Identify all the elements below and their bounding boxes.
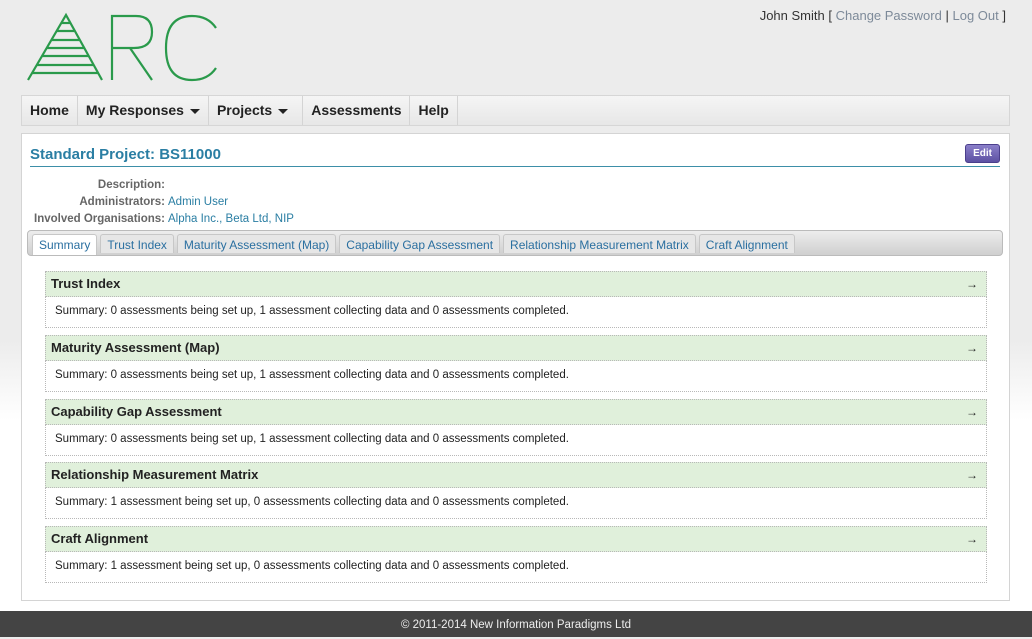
nav-home[interactable]: Home — [22, 96, 78, 125]
copyright-text: © 2011-2014 New Information Paradigms Lt… — [400, 619, 632, 631]
section-trust-index: Trust Index → Summary: 0 assessments bei… — [45, 271, 987, 328]
nav-my-responses[interactable]: My Responses — [78, 96, 209, 125]
page-title: Standard Project: BS11000 — [30, 146, 221, 163]
edit-button[interactable]: Edit — [965, 144, 1000, 163]
section-header[interactable]: Maturity Assessment (Map) → — [45, 335, 987, 361]
section-summary: Summary: 0 assessments being set up, 1 a… — [45, 361, 987, 392]
caret-down-icon — [278, 109, 289, 114]
nav-help-label: Help — [418, 102, 449, 118]
organisations-label: Involved Organisations: — [34, 213, 165, 225]
tab-maturity-assessment[interactable]: Maturity Assessment (Map) — [176, 234, 337, 253]
nav-projects-label: Projects — [216, 102, 273, 118]
section-summary: Summary: 1 assessment being set up, 0 as… — [45, 488, 987, 519]
section-header[interactable]: Trust Index → — [45, 271, 987, 297]
administrators-label: Administrators: — [79, 196, 165, 208]
section-summary: Summary: 0 assessments being set up, 1 a… — [45, 425, 987, 456]
nav-assessments-label: Assessments — [311, 102, 402, 118]
arc-logo[interactable] — [26, 12, 226, 84]
project-meta: Description: Administrators: Admin User … — [22, 179, 294, 230]
main-nav: Home My Responses Projects Assessments H… — [21, 95, 1010, 126]
section-summary: Summary: 1 assessment being set up, 0 as… — [45, 552, 987, 583]
user-bar: John Smith [ Change Password | Log Out ] — [760, 8, 1006, 23]
separator: | — [945, 8, 949, 23]
section-maturity-assessment: Maturity Assessment (Map) → Summary: 0 a… — [45, 335, 987, 392]
organisations-row: Involved Organisations: Alpha Inc., Beta… — [22, 213, 294, 230]
section-capability-gap: Capability Gap Assessment → Summary: 0 a… — [45, 399, 987, 456]
section-header[interactable]: Relationship Measurement Matrix → — [45, 462, 987, 488]
arrow-right-icon[interactable]: → — [966, 400, 978, 424]
organisations-value[interactable]: Alpha Inc., Beta Ltd, NIP — [168, 213, 294, 230]
caret-down-icon — [189, 109, 200, 114]
tab-trust-index[interactable]: Trust Index — [100, 234, 174, 253]
arrow-right-icon[interactable]: → — [966, 336, 978, 360]
section-title: Relationship Measurement Matrix — [51, 467, 259, 482]
description-label: Description: — [97, 179, 165, 191]
tab-summary[interactable]: Summary — [32, 234, 98, 255]
tab-craft-alignment[interactable]: Craft Alignment — [698, 234, 795, 253]
footer: © 2011-2014 New Information Paradigms Lt… — [0, 611, 1032, 637]
tab-capability-gap[interactable]: Capability Gap Assessment — [339, 234, 501, 253]
section-relationship-matrix: Relationship Measurement Matrix → Summar… — [45, 462, 987, 519]
section-title: Craft Alignment — [51, 531, 149, 546]
section-title: Maturity Assessment (Map) — [51, 340, 220, 355]
arrow-right-icon[interactable]: → — [966, 272, 978, 296]
nav-projects[interactable]: Projects — [209, 96, 304, 125]
nav-my-responses-label: My Responses — [85, 102, 184, 118]
nav-home-label: Home — [30, 102, 69, 118]
tab-bar: Summary Trust Index Maturity Assessment … — [27, 230, 1003, 256]
section-header[interactable]: Craft Alignment → — [45, 526, 987, 552]
change-password-link[interactable]: Change Password — [836, 8, 942, 23]
description-row: Description: — [22, 179, 294, 196]
arrow-right-icon[interactable]: → — [966, 527, 978, 551]
bracket-close: ] — [1002, 8, 1006, 23]
user-name: John Smith — [759, 8, 825, 23]
section-craft-alignment: Craft Alignment → Summary: 1 assessment … — [45, 526, 987, 583]
bracket-open: [ — [828, 8, 832, 23]
arrow-right-icon[interactable]: → — [966, 463, 978, 487]
nav-help[interactable]: Help — [410, 96, 458, 125]
administrators-row: Administrators: Admin User — [22, 196, 294, 213]
section-title: Trust Index — [51, 276, 121, 291]
administrators-value[interactable]: Admin User — [168, 196, 228, 213]
section-header[interactable]: Capability Gap Assessment → — [45, 399, 987, 425]
title-row: Standard Project: BS11000 Edit — [30, 144, 1000, 167]
nav-assessments[interactable]: Assessments — [303, 96, 411, 125]
section-summary: Summary: 0 assessments being set up, 1 a… — [45, 297, 987, 328]
project-panel: Standard Project: BS11000 Edit Descripti… — [21, 133, 1010, 601]
tab-relationship-matrix[interactable]: Relationship Measurement Matrix — [503, 234, 696, 253]
section-title: Capability Gap Assessment — [51, 404, 222, 419]
logout-link[interactable]: Log Out — [952, 8, 998, 23]
